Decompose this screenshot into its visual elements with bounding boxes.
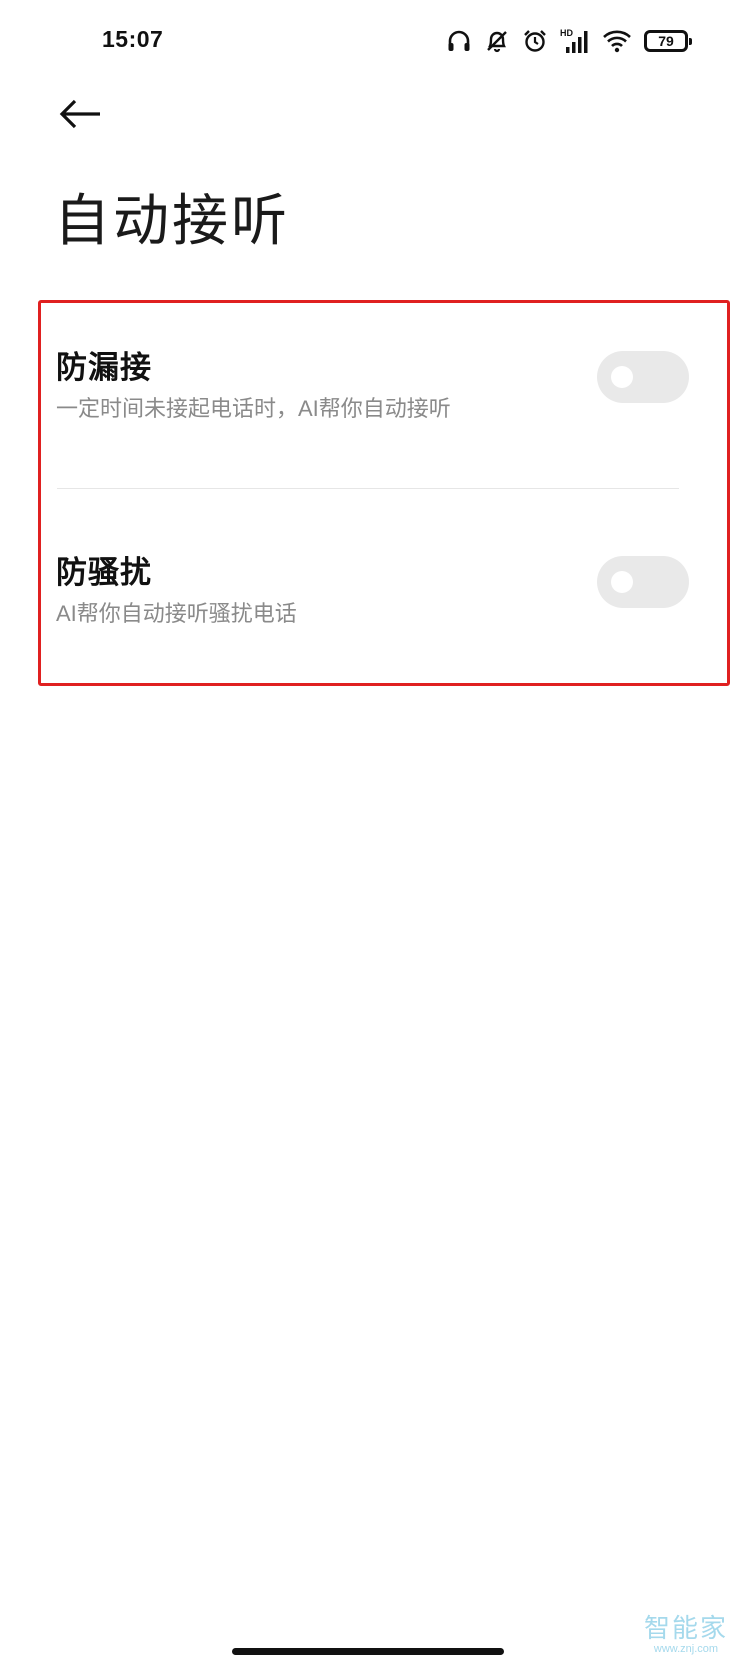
home-indicator[interactable] xyxy=(232,1648,504,1655)
battery-icon: 79 xyxy=(644,30,692,52)
back-button[interactable] xyxy=(52,92,108,140)
toggle-knob xyxy=(611,366,633,388)
headphones-icon xyxy=(446,28,472,54)
settings-panel-highlight: 防漏接 一定时间未接起电话时，AI帮你自动接听 防骚扰 AI帮你自动接听骚扰电话 xyxy=(38,300,730,686)
battery-level: 79 xyxy=(658,33,674,49)
setting-title: 防漏接 xyxy=(56,350,152,385)
hd-label: HD xyxy=(560,28,573,38)
wifi-icon xyxy=(602,28,632,54)
anti-harassment-toggle[interactable] xyxy=(597,556,689,608)
missed-call-toggle[interactable] xyxy=(597,351,689,403)
status-bar: 15:07 HD 79 xyxy=(0,0,756,84)
watermark-url: www.znj.com xyxy=(653,1643,719,1655)
page-title: 自动接听 xyxy=(54,189,290,252)
status-time: 15:07 xyxy=(102,26,164,52)
watermark: 智能家 www.znj.com xyxy=(644,1608,728,1655)
setting-description: AI帮你自动接听骚扰电话 xyxy=(56,601,297,626)
setting-description: 一定时间未接起电话时，AI帮你自动接听 xyxy=(56,396,451,421)
bell-off-icon xyxy=(484,28,510,54)
alarm-icon xyxy=(522,28,548,54)
watermark-text: 智能家 xyxy=(643,1613,728,1643)
setting-title: 防骚扰 xyxy=(56,555,152,590)
toggle-knob xyxy=(611,571,633,593)
setting-row-anti-harassment[interactable]: 防骚扰 AI帮你自动接听骚扰电话 xyxy=(41,530,727,680)
hd-signal-icon: HD xyxy=(560,27,590,55)
status-icons: HD 79 xyxy=(446,24,692,58)
setting-row-missed-call[interactable]: 防漏接 一定时间未接起电话时，AI帮你自动接听 xyxy=(41,325,727,475)
divider xyxy=(57,488,679,489)
arrow-left-icon xyxy=(58,98,102,135)
